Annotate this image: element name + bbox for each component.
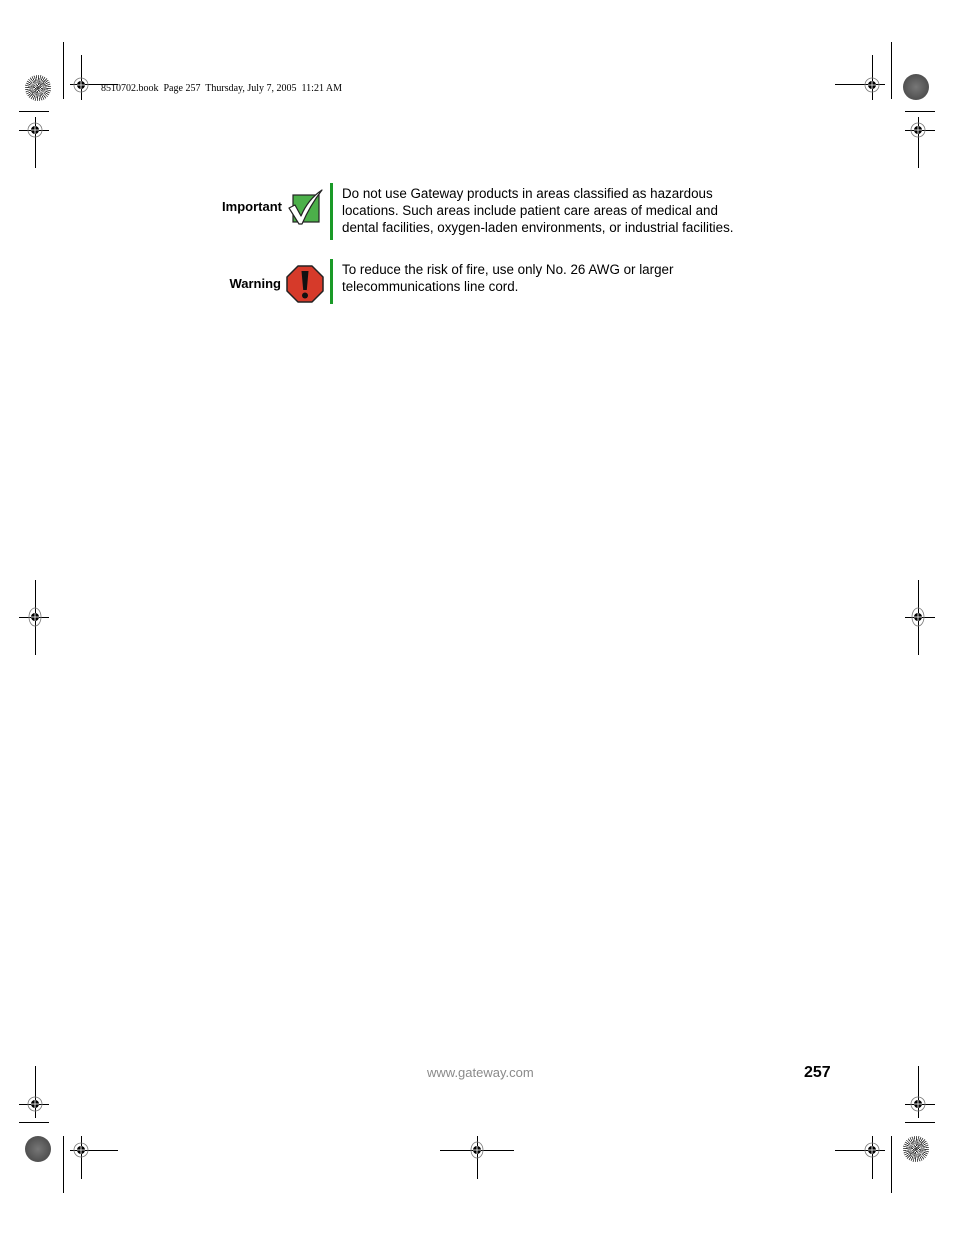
registration-target-icon	[73, 1142, 89, 1158]
checkmark-icon	[288, 189, 323, 225]
notice-line: telecommunications line cord.	[342, 279, 519, 294]
registration-target-icon	[27, 122, 43, 138]
color-registration-starburst-bottom-right	[903, 1136, 929, 1162]
notice-line: dental facilities, oxygen-laden environm…	[342, 220, 734, 235]
notice-accent-bar	[330, 183, 333, 240]
color-registration-disk-bottom-left	[25, 1136, 51, 1162]
notice-accent-bar	[330, 259, 333, 304]
crop-mark	[19, 111, 49, 112]
important-label: Important	[222, 199, 282, 214]
registration-target-icon	[470, 1141, 484, 1159]
footer-website-url: www.gateway.com	[427, 1065, 534, 1080]
color-registration-starburst-top-left	[25, 75, 51, 101]
registration-target-icon	[73, 77, 89, 93]
registration-target-icon	[28, 607, 42, 627]
warning-label: Warning	[229, 276, 281, 291]
registration-target-icon	[910, 122, 926, 138]
registration-target-icon	[911, 607, 925, 627]
color-registration-disk-top-right	[903, 74, 929, 100]
important-notice-text: Do not use Gateway products in areas cla…	[342, 185, 772, 236]
registration-target-icon	[910, 1096, 926, 1112]
registration-target-icon	[864, 77, 880, 93]
crop-mark	[891, 42, 892, 99]
crop-mark	[63, 42, 64, 99]
exclamation-stop-icon	[286, 265, 324, 303]
crop-mark	[905, 111, 935, 112]
crop-mark	[905, 1122, 935, 1123]
print-slug-header: 8510702.book Page 257 Thursday, July 7, …	[101, 83, 343, 94]
warning-notice-text: To reduce the risk of fire, use only No.…	[342, 261, 772, 295]
crop-mark	[891, 1136, 892, 1193]
notice-line: locations. Such areas include patient ca…	[342, 203, 718, 218]
crop-mark	[19, 1122, 49, 1123]
page-number: 257	[804, 1064, 831, 1081]
notice-line: Do not use Gateway products in areas cla…	[342, 186, 713, 201]
crop-mark	[63, 1136, 64, 1193]
registration-target-icon	[864, 1142, 880, 1158]
notice-line: To reduce the risk of fire, use only No.…	[342, 262, 674, 277]
registration-target-icon	[27, 1096, 43, 1112]
